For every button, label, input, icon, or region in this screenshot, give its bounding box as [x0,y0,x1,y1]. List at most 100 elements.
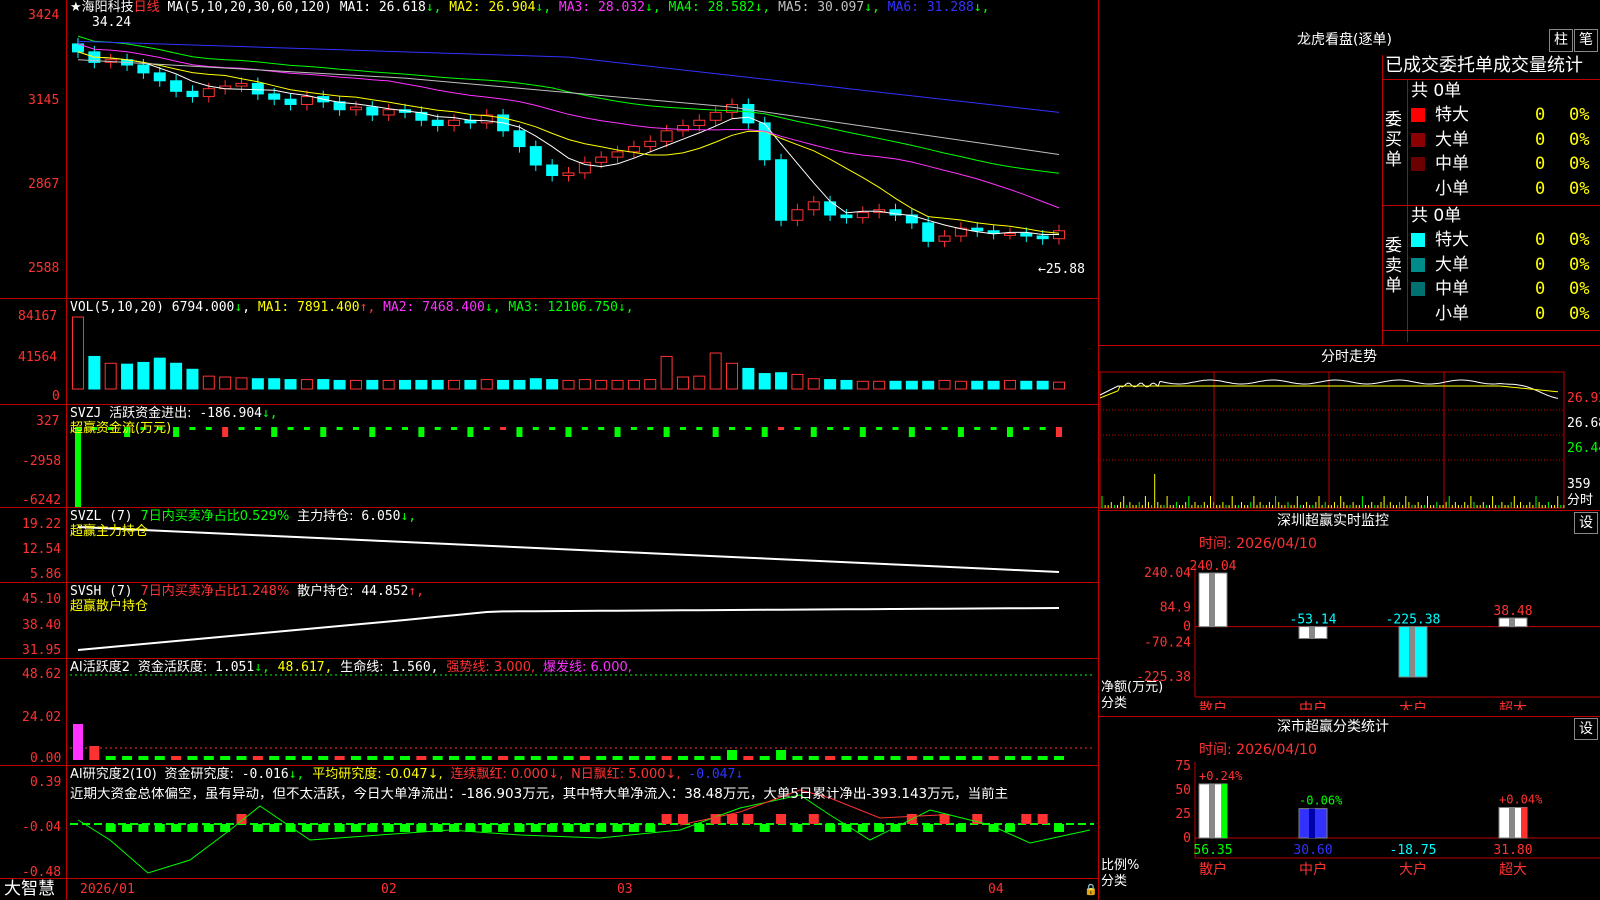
activity-bar [432,756,443,760]
classify-cat: 分类 [1101,874,1128,889]
candle [840,214,853,219]
fund-flow-bar [941,427,948,430]
fund-flow-bar [434,427,441,430]
ma-line [77,51,1059,235]
sell-row-name: 大单 [1435,254,1469,275]
monitor-ytick: 84.9 [1160,601,1191,616]
period-label[interactable]: 日线 [134,0,160,15]
fund-flow-bar [1023,427,1030,430]
volume-bar [1003,379,1016,390]
volume-bar [104,362,117,390]
vol-title: VOL(5,10,20) [70,300,164,315]
fund-flow-bar [205,427,212,430]
sell-row-count: 0 [1535,230,1546,250]
research-bar [857,824,868,832]
activity-bar [743,756,754,760]
fund-flow-bar [696,427,703,430]
svzj-ytick-2: -6242 [22,493,62,508]
research-bar [677,814,688,824]
candle [202,88,215,98]
svzj-ytick-0: 327 [36,414,60,429]
candle [922,222,935,242]
pen-mode-button[interactable]: 笔 [1574,29,1598,52]
price-ytick-2: 2867 [28,177,60,192]
research-bar [481,824,492,832]
fund-flow-bar [385,427,392,430]
research-bar [1037,814,1048,824]
volume-bar [300,379,313,390]
ma-arrow-3: ↓, [645,0,661,15]
sell-color-swatch [1411,257,1425,272]
candle [366,106,379,116]
candle [153,72,166,82]
research-bar [563,824,574,832]
activity-bar [1021,756,1032,760]
svzj-ytick-1: -2958 [22,454,62,469]
research-bar [923,824,934,832]
fund-flow-bar [614,427,621,437]
fund-flow-bar [630,427,637,430]
volume-bar [121,363,134,390]
candle [595,156,608,163]
sell-total: 共 0单 [1411,206,1462,226]
stock-name: 海阳科技 [81,0,134,15]
main-chart-area[interactable]: ★海阳科技日线 MA(5,10,20,30,60,120) MA1: 26.61… [0,0,1099,900]
vol-ma-arrow-1: ↑, [359,300,376,315]
activity-bar [661,756,672,760]
ma-label-4: MA4: [660,0,708,15]
research-bar [269,824,280,832]
ma-label-2: MA2: [441,0,489,15]
activity-bar [776,750,787,760]
buy-color-swatch [1411,182,1425,196]
fund-flow-bar [336,427,343,430]
activity-bar [906,756,917,760]
activity-bar [350,756,361,760]
dragon-header: 已成交委托单成交量统计 [1385,55,1583,76]
ma-value-1: 26.618 [378,0,426,15]
svzl-title: SVZL (7) [70,509,133,524]
classify-bar-shade [1309,808,1315,838]
candle [137,64,150,74]
buy-row-name: 小单 [1435,178,1469,199]
vol-ytick-1: 41564 [18,350,58,365]
research-bar [694,824,705,832]
classify-ytick: 75 [1175,759,1191,774]
research-bar [825,824,836,832]
activity-bar [694,756,705,760]
vol-value: 6794.000 [171,300,235,315]
volume-bar [938,379,951,390]
svzl-ratio: 7日内买卖净占比0.529% [140,509,290,524]
right-panel: 龙虎看盘(逐单) 柱 笔 已成交委托单成交量统计 委买单 委卖单 共 0单 特大… [1099,0,1600,900]
activity-bar [301,756,312,760]
star-icon[interactable]: ★ [70,0,82,15]
ma-arrow-4: ↓, [754,0,771,15]
candle [578,161,591,174]
ai-research-value: -0.016 [241,767,289,782]
sell-row-2: 大单 [1411,253,1469,277]
price-ytick-3: 2588 [28,261,60,276]
intraday-chart[interactable] [1099,370,1600,510]
svzj-arrow: ↓, [261,406,278,421]
fund-flow-bar [352,427,359,430]
research-bar [874,824,885,832]
ai-research-ytick-1: -0.04 [22,820,62,835]
vol-ma-arrow-2: ↓, [484,300,501,315]
vol-ma-value-3: 12106.750 [547,300,618,315]
candle [186,90,199,98]
fund-flow-bar [189,427,196,430]
lock-icon[interactable]: 🔒 [1084,882,1098,897]
volume-bar [840,379,853,390]
classify-unit: 比例% [1101,858,1140,873]
strong-line: 强势线: 3.000, [446,660,536,675]
vol-ma-label-2: MA2: [375,300,423,315]
vol-ma-label-1: MA1: [257,300,297,315]
classify-bar-accent [1521,807,1527,838]
research-bar [727,814,737,824]
classify-category: 中户 [1299,861,1327,878]
research-bar [628,824,639,832]
monitor-category: 中户 [1299,700,1327,710]
volume-bar [873,380,886,390]
intraday-vol-tick: 359 [1567,477,1591,492]
bar-mode-button[interactable]: 柱 [1549,29,1573,52]
candle [938,235,951,242]
